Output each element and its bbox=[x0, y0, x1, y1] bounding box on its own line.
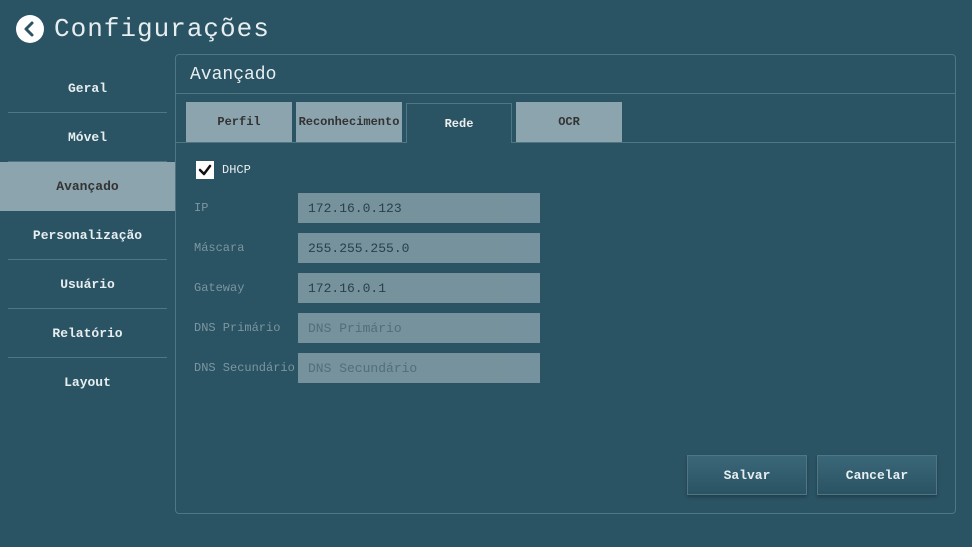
tab-label: Rede bbox=[445, 117, 474, 131]
sidebar-item-label: Personalização bbox=[33, 228, 142, 243]
mask-label: Máscara bbox=[194, 241, 298, 255]
sidebar-item-usuario[interactable]: Usuário bbox=[8, 260, 167, 309]
tab-rede[interactable]: Rede bbox=[406, 103, 512, 143]
dhcp-label: DHCP bbox=[222, 163, 251, 177]
tab-reconhecimento[interactable]: Reconhecimento bbox=[296, 102, 402, 142]
dns1-label: DNS Primário bbox=[194, 321, 298, 335]
page-title: Configurações bbox=[54, 14, 270, 44]
sidebar-item-geral[interactable]: Geral bbox=[8, 64, 167, 113]
gateway-input[interactable] bbox=[298, 273, 540, 303]
sidebar-item-avancado[interactable]: Avançado bbox=[0, 162, 175, 211]
tab-label: OCR bbox=[558, 115, 580, 129]
back-icon[interactable] bbox=[16, 15, 44, 43]
panel: Avançado Perfil Reconhecimento Rede OCR … bbox=[175, 54, 956, 514]
save-button[interactable]: Salvar bbox=[687, 455, 807, 495]
sidebar-item-label: Layout bbox=[64, 375, 111, 390]
tab-label: Reconhecimento bbox=[299, 115, 400, 129]
tab-perfil[interactable]: Perfil bbox=[186, 102, 292, 142]
sidebar-item-layout[interactable]: Layout bbox=[8, 358, 167, 407]
tab-label: Perfil bbox=[217, 115, 260, 129]
sidebar-item-label: Avançado bbox=[56, 179, 118, 194]
ip-input[interactable] bbox=[298, 193, 540, 223]
tab-ocr[interactable]: OCR bbox=[516, 102, 622, 142]
panel-body: DHCP IP Máscara Gateway DNS Primário DNS… bbox=[176, 143, 955, 445]
sidebar-item-relatorio[interactable]: Relatório bbox=[8, 309, 167, 358]
sidebar: Geral Móvel Avançado Personalização Usuá… bbox=[0, 54, 175, 514]
dhcp-checkbox[interactable] bbox=[196, 161, 214, 179]
sidebar-item-label: Usuário bbox=[60, 277, 115, 292]
dns2-input[interactable] bbox=[298, 353, 540, 383]
sidebar-item-label: Móvel bbox=[68, 130, 107, 145]
dns2-label: DNS Secundário bbox=[194, 361, 298, 375]
sidebar-item-personalizacao[interactable]: Personalização bbox=[8, 211, 167, 260]
button-label: Salvar bbox=[724, 468, 771, 483]
sidebar-item-label: Geral bbox=[68, 81, 107, 96]
ip-label: IP bbox=[194, 201, 298, 215]
sidebar-item-label: Relatório bbox=[52, 326, 122, 341]
gateway-label: Gateway bbox=[194, 281, 298, 295]
tabs: Perfil Reconhecimento Rede OCR bbox=[176, 94, 955, 143]
mask-input[interactable] bbox=[298, 233, 540, 263]
sidebar-item-movel[interactable]: Móvel bbox=[8, 113, 167, 162]
dns1-input[interactable] bbox=[298, 313, 540, 343]
panel-title: Avançado bbox=[176, 55, 955, 94]
cancel-button[interactable]: Cancelar bbox=[817, 455, 937, 495]
button-label: Cancelar bbox=[846, 468, 908, 483]
